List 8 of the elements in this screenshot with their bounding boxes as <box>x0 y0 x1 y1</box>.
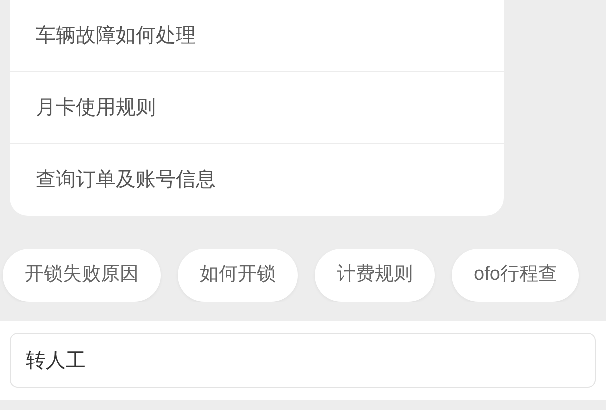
quick-reply-chip[interactable]: 开锁失败原因 <box>3 249 161 302</box>
faq-item[interactable]: 查询订单及账号信息 <box>36 165 216 196</box>
faq-item[interactable]: 车辆故障如何处理 <box>36 20 196 50</box>
quick-reply-chip[interactable]: ofo行程查 <box>452 249 580 302</box>
quick-reply-chip[interactable]: 计费规则 <box>315 249 435 302</box>
message-input[interactable]: 转人工 <box>10 333 596 388</box>
faq-item[interactable]: 月卡使用规则 <box>36 92 156 123</box>
quick-reply-chip[interactable]: 如何开锁 <box>178 249 298 302</box>
